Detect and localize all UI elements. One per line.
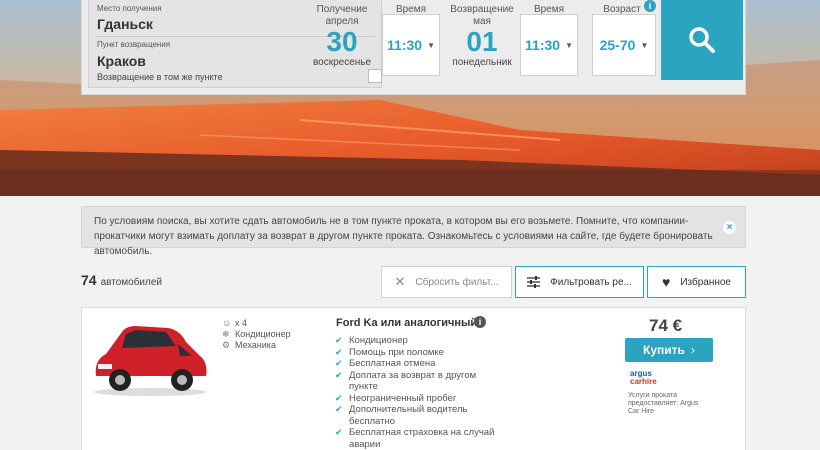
pickup-time-select[interactable]: 11:30 ▼ <box>382 14 440 76</box>
pickup-time-value: 11:30 <box>387 37 423 53</box>
filter-results-label: Фильтровать ре... <box>550 276 632 288</box>
person-icon: ☺ <box>222 318 232 328</box>
ac-info: ❄ Кондиционер <box>222 329 291 340</box>
list-item: Кондиционер <box>335 335 495 347</box>
pickup-day: 30 <box>326 26 358 57</box>
reset-filters-button[interactable]: ✕ Сбросить фильт... <box>381 266 512 298</box>
results-count-label: автомобилей <box>100 277 162 288</box>
favorites-label: Избранное <box>680 276 731 288</box>
gearbox-icon: ⚙ <box>222 340 231 350</box>
pickup-input[interactable]: Гданьск <box>97 16 153 32</box>
caret-down-icon: ▼ <box>427 40 435 50</box>
notice-text: По условиям поиска, вы хотите сдать авто… <box>94 216 713 257</box>
age-info-icon[interactable]: i <box>644 0 656 12</box>
search-button[interactable] <box>661 0 743 80</box>
chevron-right-icon: › <box>690 343 695 357</box>
return-weekday: понедельник <box>452 57 512 68</box>
close-icon: ✕ <box>394 274 406 289</box>
caret-down-icon: ▼ <box>640 40 649 50</box>
car-result-card: ☺ x 4 ❄ Кондиционер ⚙ Механика Ford Ka или … <box>81 307 746 450</box>
return-label: Пункт возвращения <box>97 40 171 49</box>
caret-down-icon: ▼ <box>565 40 573 50</box>
provider-logo[interactable]: argus carhire <box>630 370 657 386</box>
list-item: Доплата за возврат в другом пункте <box>335 370 495 393</box>
ac-label: Кондиционер <box>235 329 291 339</box>
list-item: Неограниченный пробег <box>335 393 495 405</box>
feature-list: Кондиционер Помощь при поломке Бесплатна… <box>335 335 495 450</box>
buy-button[interactable]: Купить › <box>625 338 713 362</box>
return-time-value: 11:30 <box>525 37 561 53</box>
logo-text-carhire: carhire <box>630 377 657 386</box>
seats-info: ☺ x 4 <box>222 318 247 328</box>
sliders-icon <box>527 276 541 288</box>
list-item: Бесплатная страховка на случай аварии <box>335 427 495 450</box>
results-count: 74 автомобилей <box>81 272 162 288</box>
car-image[interactable] <box>88 320 212 396</box>
list-item: Бесплатная отмена <box>335 358 495 370</box>
heart-icon: ♥ <box>662 274 671 290</box>
return-day: 01 <box>466 26 498 57</box>
filter-results-button[interactable]: Фильтровать ре... <box>515 266 644 298</box>
pickup-label: Место получения <box>97 4 162 13</box>
pickup-weekday: воскресенье <box>312 57 372 68</box>
return-notice: По условиям поиска, вы хотите сдать авто… <box>81 206 746 257</box>
car-info-icon[interactable]: i <box>474 316 486 328</box>
provider-text: Услуги проката предоставляет: Argus Car … <box>628 392 699 415</box>
list-item: Помощь при поломке <box>335 347 495 359</box>
search-panel: Место получения Гданьск Пункт возвращени… <box>81 0 746 95</box>
favorites-button[interactable]: ♥ Избранное <box>647 266 746 298</box>
same-place-label: Возвращение в том же пункте <box>97 72 223 82</box>
transmission-info: ⚙ Механика <box>222 340 276 351</box>
age-select[interactable]: 25-70 ▼ <box>592 14 656 76</box>
price: 74 € <box>649 316 683 335</box>
snowflake-icon: ❄ <box>222 329 230 339</box>
transmission-label: Механика <box>235 340 276 350</box>
reset-filters-label: Сбросить фильт... <box>415 276 499 288</box>
return-input[interactable]: Краков <box>97 53 146 69</box>
seats-count: x 4 <box>235 318 248 328</box>
pickup-date-picker[interactable]: апреля 30 воскресенье <box>308 14 376 76</box>
close-icon[interactable]: × <box>723 221 736 234</box>
car-title: Ford Ka или аналогичный <box>336 317 478 329</box>
buy-label: Купить <box>643 343 685 357</box>
age-value: 25-70 <box>599 37 636 53</box>
list-item: Дополнительный водитель бесплатно <box>335 404 495 427</box>
return-date-picker[interactable]: мая 01 понедельник <box>448 14 516 76</box>
return-time-select[interactable]: 11:30 ▼ <box>520 14 578 76</box>
magnifier-icon <box>689 27 715 53</box>
results-count-number: 74 <box>81 272 97 288</box>
